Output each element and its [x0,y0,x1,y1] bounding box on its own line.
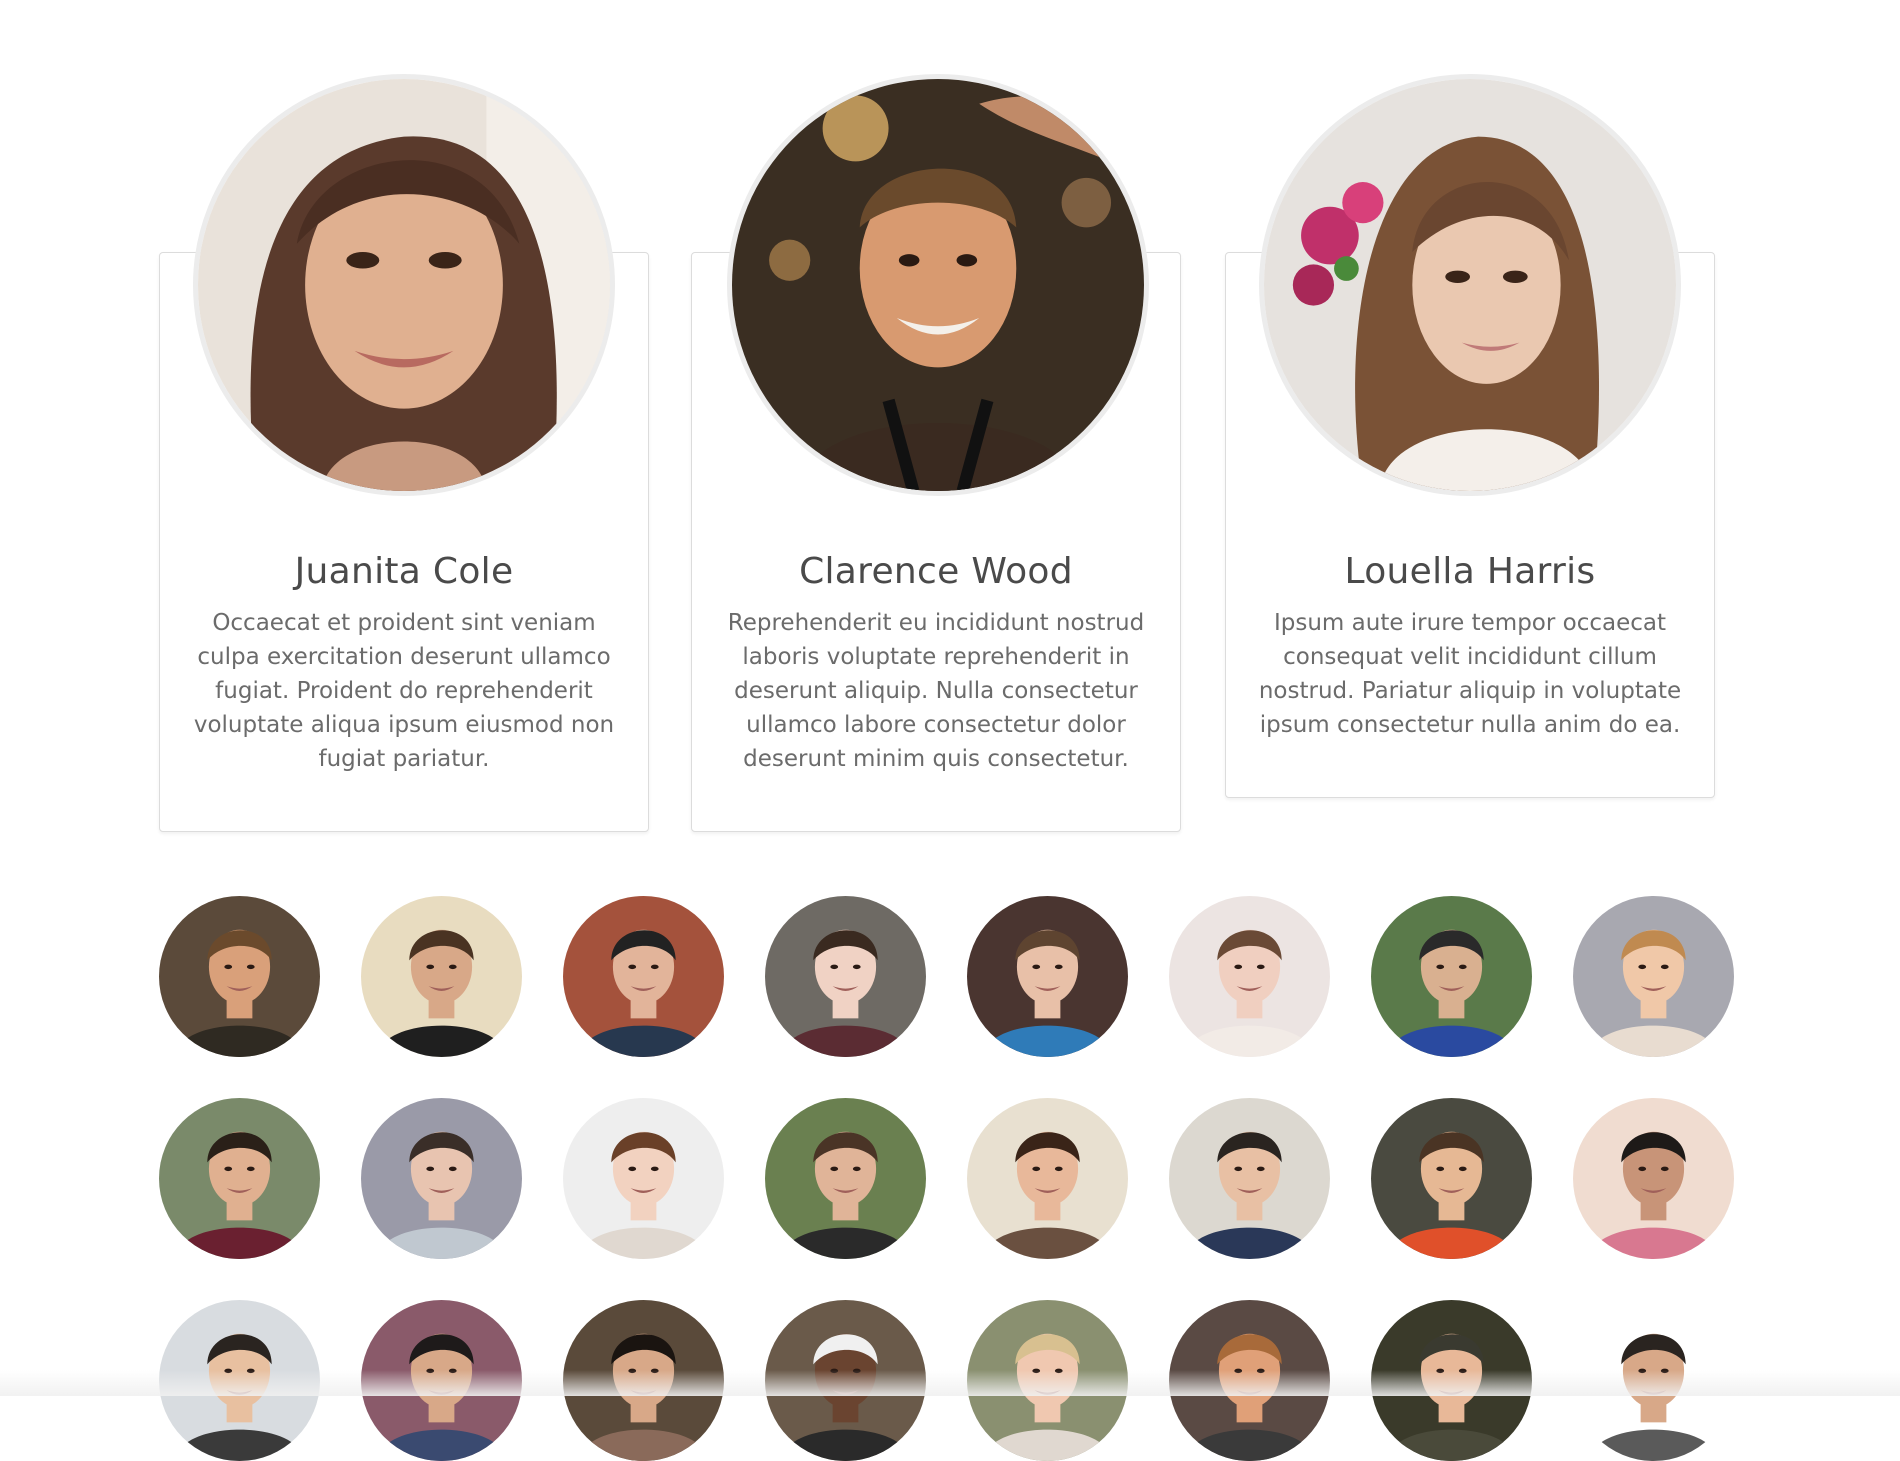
profile-description: Reprehenderit eu incididunt nostrud labo… [727,610,1145,772]
person-photo-icon [1371,896,1532,1057]
person-photo-icon [159,896,320,1057]
team-member-avatar[interactable] [765,1098,926,1259]
person-photo-icon [967,1098,1128,1259]
person-photo-icon [563,1098,724,1259]
team-member-avatar[interactable] [1573,1098,1734,1259]
person-photo-icon [765,1098,926,1259]
team-member-avatar[interactable] [1573,896,1734,1057]
team-member-avatar[interactable] [563,896,724,1057]
person-photo-icon [159,1098,320,1259]
team-member-avatar[interactable] [1169,1098,1330,1259]
person-photo-icon [967,896,1128,1057]
team-member-avatar[interactable] [1371,896,1532,1057]
person-photo-icon [563,896,724,1057]
team-member-avatar[interactable] [1371,1098,1532,1259]
person-photo-icon [1573,1098,1734,1259]
avatar-grid [159,896,1739,1461]
person-photo-icon [1169,896,1330,1057]
man-portrait-photo-icon [732,79,1144,491]
person-photo-icon [361,896,522,1057]
profile-photo [193,74,615,496]
profile-cards-section: Juanita Cole Occaecat et proident sint v… [0,0,1900,840]
team-member-avatar[interactable] [159,1098,320,1259]
woman-portrait-photo-icon [198,79,610,491]
person-photo-icon [1169,1098,1330,1259]
person-photo-icon [361,1098,522,1259]
team-member-avatar[interactable] [563,1098,724,1259]
bottom-fade [0,1370,1900,1396]
team-member-avatar[interactable] [967,1098,1128,1259]
person-photo-icon [1573,896,1734,1057]
team-member-avatar[interactable] [361,896,522,1057]
team-member-avatar[interactable] [361,1098,522,1259]
team-member-avatar[interactable] [967,896,1128,1057]
woman-portrait-photo-icon [1264,79,1676,491]
team-member-avatar[interactable] [159,896,320,1057]
team-member-avatar[interactable] [1169,896,1330,1057]
profile-description: Ipsum aute irure tempor occaecat consequ… [1258,610,1682,738]
person-photo-icon [765,896,926,1057]
profile-photo [1259,74,1681,496]
profile-description: Occaecat et proident sint veniam culpa e… [193,610,615,772]
profile-photo [727,74,1149,496]
person-photo-icon [1371,1098,1532,1259]
team-member-avatar[interactable] [765,896,926,1057]
